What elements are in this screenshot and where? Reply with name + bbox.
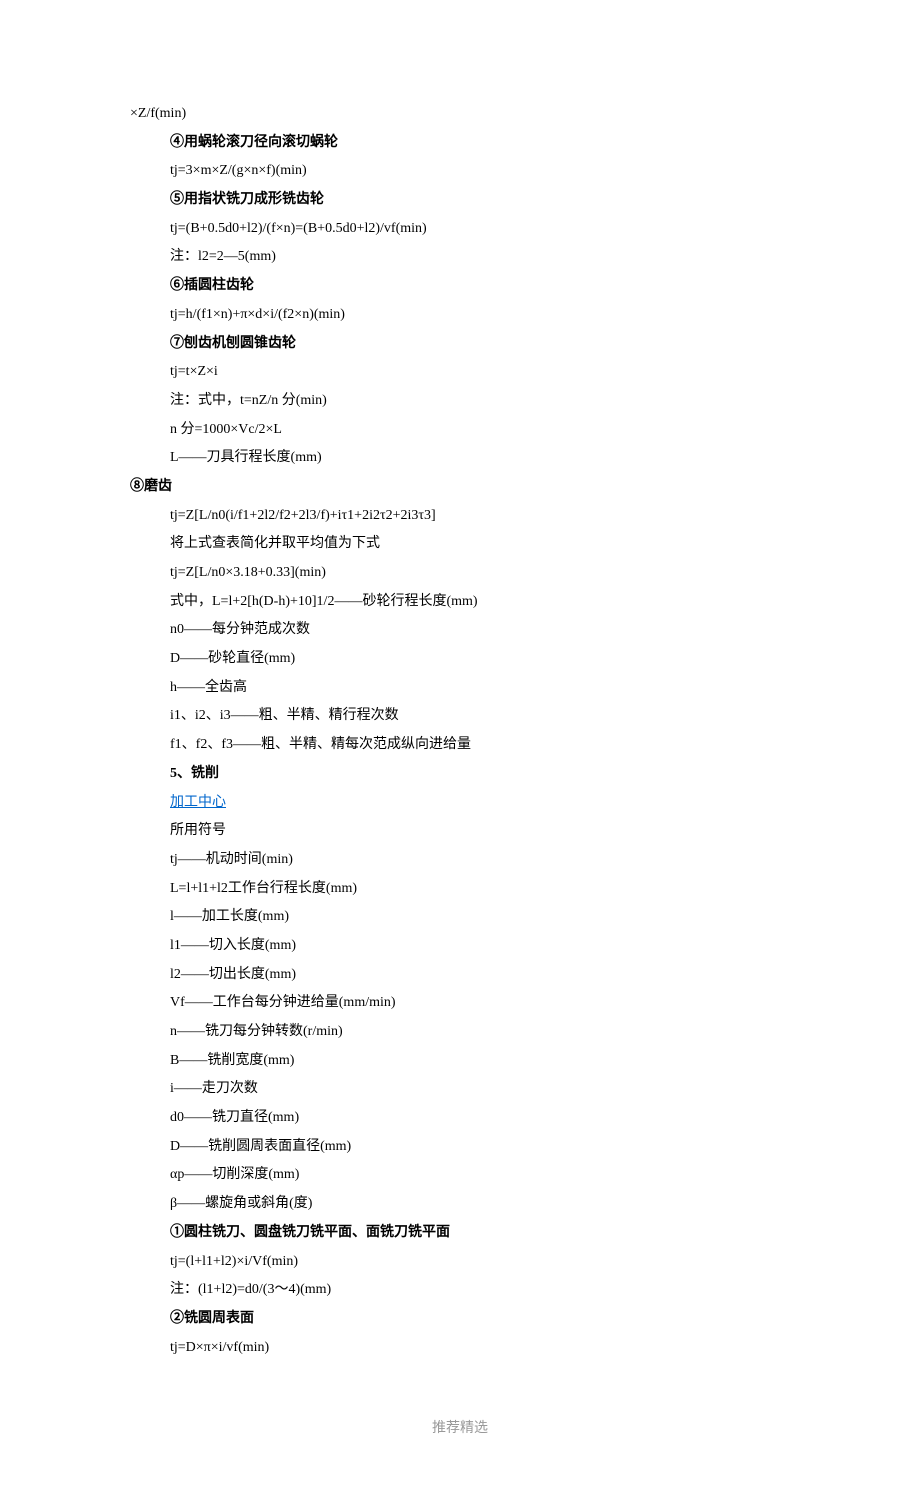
text-line: l——加工长度(mm) bbox=[130, 903, 790, 932]
text-line: ④用蜗轮滚刀径向滚切蜗轮 bbox=[130, 129, 790, 158]
hyperlink[interactable]: 加工中心 bbox=[170, 795, 226, 810]
text-line: αp——切削深度(mm) bbox=[130, 1161, 790, 1190]
text-line: h——全齿高 bbox=[130, 674, 790, 703]
text-line: i——走刀次数 bbox=[130, 1075, 790, 1104]
text-line: tj=D×π×i/vf(min) bbox=[130, 1334, 790, 1363]
text-line: tj——机动时间(min) bbox=[130, 846, 790, 875]
text-line: D——铣削圆周表面直径(mm) bbox=[130, 1133, 790, 1162]
text-line: n 分=1000×Vc/2×L bbox=[130, 416, 790, 445]
text-line: f1、f2、f3——粗、半精、精每次范成纵向进给量 bbox=[130, 731, 790, 760]
text-line: 注：l2=2—5(mm) bbox=[130, 243, 790, 272]
text-line: ⑥插圆柱齿轮 bbox=[130, 272, 790, 301]
footer-text: 推荐精选 bbox=[130, 1417, 790, 1437]
text-line: 将上式查表简化并取平均值为下式 bbox=[130, 530, 790, 559]
text-line: β——螺旋角或斜角(度) bbox=[130, 1190, 790, 1219]
text-line: 加工中心 bbox=[130, 789, 790, 818]
text-line: 所用符号 bbox=[130, 817, 790, 846]
text-line: B——铣削宽度(mm) bbox=[130, 1047, 790, 1076]
text-line: ×Z/f(min) bbox=[130, 100, 790, 129]
text-line: n——铣刀每分钟转数(r/min) bbox=[130, 1018, 790, 1047]
text-line: 注：式中，t=nZ/n 分(min) bbox=[130, 387, 790, 416]
text-line: d0——铣刀直径(mm) bbox=[130, 1104, 790, 1133]
text-line: i1、i2、i3——粗、半精、精行程次数 bbox=[130, 702, 790, 731]
text-line: 5、铣削 bbox=[130, 760, 790, 789]
text-line: ⑦刨齿机刨圆锥齿轮 bbox=[130, 330, 790, 359]
document-content: ×Z/f(min)④用蜗轮滚刀径向滚切蜗轮tj=3×m×Z/(g×n×f)(mi… bbox=[130, 100, 790, 1362]
text-line: l2——切出长度(mm) bbox=[130, 961, 790, 990]
document-page: ×Z/f(min)④用蜗轮滚刀径向滚切蜗轮tj=3×m×Z/(g×n×f)(mi… bbox=[0, 0, 920, 1487]
text-line: ⑤用指状铣刀成形铣齿轮 bbox=[130, 186, 790, 215]
text-line: Vf——工作台每分钟进给量(mm/min) bbox=[130, 989, 790, 1018]
text-line: tj=Z[L/n0(i/f1+2l2/f2+2l3/f)+iτ1+2i2τ2+2… bbox=[130, 502, 790, 531]
text-line: tj=Z[L/n0×3.18+0.33](min) bbox=[130, 559, 790, 588]
text-line: 注：(l1+l2)=d0/(3～4)(mm) bbox=[130, 1276, 790, 1305]
text-line: tj=(l+l1+l2)×i/Vf(min) bbox=[130, 1248, 790, 1277]
text-line: n0——每分钟范成次数 bbox=[130, 616, 790, 645]
text-line: D——砂轮直径(mm) bbox=[130, 645, 790, 674]
text-line: tj=3×m×Z/(g×n×f)(min) bbox=[130, 157, 790, 186]
text-line: l1——切入长度(mm) bbox=[130, 932, 790, 961]
text-line: L——刀具行程长度(mm) bbox=[130, 444, 790, 473]
text-line: ①圆柱铣刀、圆盘铣刀铣平面、面铣刀铣平面 bbox=[130, 1219, 790, 1248]
text-line: tj=h/(f1×n)+π×d×i/(f2×n)(min) bbox=[130, 301, 790, 330]
text-line: 式中，L=l+2[h(D-h)+10]1/2——砂轮行程长度(mm) bbox=[130, 588, 790, 617]
text-line: L=l+l1+l2工作台行程长度(mm) bbox=[130, 875, 790, 904]
text-line: ②铣圆周表面 bbox=[130, 1305, 790, 1334]
text-line: tj=(B+0.5d0+l2)/(f×n)=(B+0.5d0+l2)/vf(mi… bbox=[130, 215, 790, 244]
text-line: tj=t×Z×i bbox=[130, 358, 790, 387]
text-line: ⑧磨齿 bbox=[130, 473, 790, 502]
